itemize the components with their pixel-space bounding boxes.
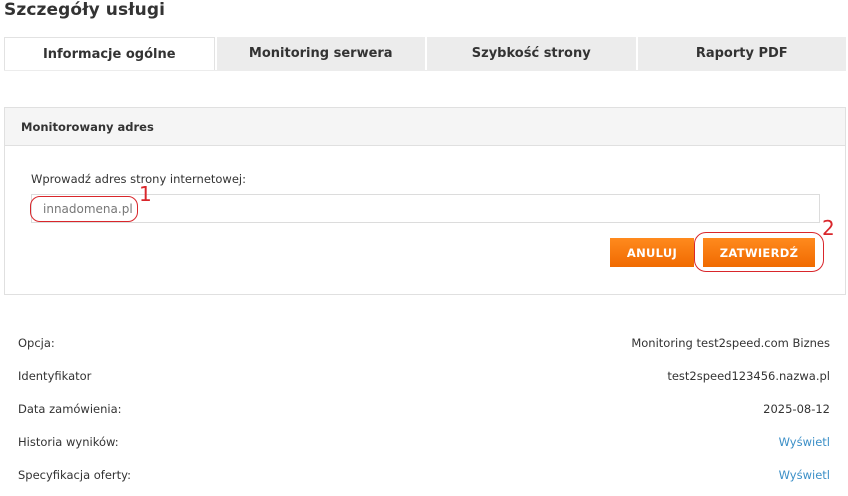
tab-pdf-reports[interactable]: Raporty PDF: [637, 37, 846, 70]
annotation-number-2: 2: [822, 216, 835, 240]
detail-value: test2speed123456.nazwa.pl: [667, 369, 830, 383]
detail-row-order-date: Data zamówienia: 2025-08-12: [18, 402, 830, 435]
tab-server-monitoring[interactable]: Monitoring serwera: [216, 37, 425, 70]
submit-button[interactable]: ZATWIERDŹ: [703, 238, 815, 267]
cancel-button[interactable]: ANULUJ: [610, 238, 694, 267]
detail-row-identifier: Identyfikator test2speed123456.nazwa.pl: [18, 369, 830, 402]
annotation-number-1: 1: [139, 182, 152, 206]
detail-row-option: Opcja: Monitoring test2speed.com Biznes: [18, 336, 830, 369]
detail-label: Specyfikacja oferty:: [18, 468, 132, 482]
detail-value: Monitoring test2speed.com Biznes: [631, 336, 830, 350]
service-details: Opcja: Monitoring test2speed.com Biznes …: [18, 336, 830, 496]
detail-row-offer-spec: Specyfikacja oferty: Wyświetl: [18, 468, 830, 496]
detail-label: Data zamówienia:: [18, 402, 122, 416]
detail-row-results-history: Historia wyników: Wyświetl: [18, 435, 830, 468]
page-title: Szczegóły usługi: [4, 0, 166, 20]
monitored-address-panel: Monitorowany adres Wprowadź adres strony…: [4, 107, 846, 295]
detail-label: Identyfikator: [18, 369, 92, 383]
view-offer-spec-link[interactable]: Wyświetl: [779, 468, 830, 482]
tab-divider: [4, 70, 846, 71]
detail-label: Historia wyników:: [18, 435, 119, 449]
tab-general-info[interactable]: Informacje ogólne: [4, 37, 215, 70]
view-history-link[interactable]: Wyświetl: [779, 435, 830, 449]
panel-title: Monitorowany adres: [5, 108, 845, 146]
detail-value: 2025-08-12: [763, 402, 830, 416]
detail-label: Opcja:: [18, 336, 55, 350]
tab-page-speed[interactable]: Szybkość strony: [427, 37, 636, 70]
tab-bar: Informacje ogólne Monitoring serwera Szy…: [4, 37, 846, 70]
